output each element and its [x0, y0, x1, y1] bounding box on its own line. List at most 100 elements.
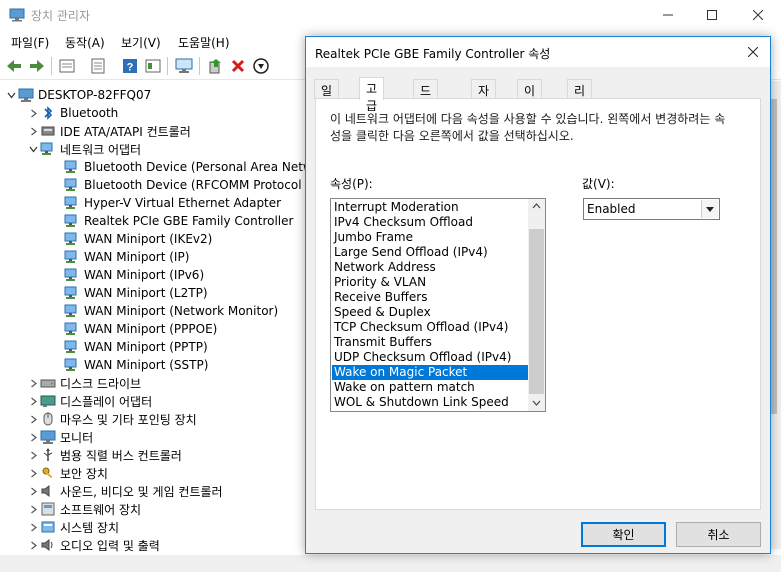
- uninstall-button[interactable]: [228, 56, 248, 76]
- property-list-item[interactable]: UDP Checksum Offload (IPv4): [332, 350, 528, 365]
- bluetooth-icon: [40, 105, 56, 121]
- disable-button[interactable]: [251, 56, 271, 76]
- expand-chevron-icon[interactable]: [26, 536, 40, 554]
- tree-item[interactable]: WAN Miniport (PPPOE): [50, 320, 217, 338]
- close-button[interactable]: [735, 0, 781, 30]
- forward-icon: [30, 60, 44, 72]
- minimize-button[interactable]: [645, 0, 691, 30]
- property-list-item[interactable]: TCP Checksum Offload (IPv4): [332, 320, 528, 335]
- expand-chevron-icon[interactable]: [26, 374, 40, 392]
- tab-resources[interactable]: 리소스: [567, 79, 593, 132]
- value-dropdown-selected: Enabled: [587, 202, 636, 216]
- value-dropdown[interactable]: Enabled: [583, 198, 720, 220]
- property-listbox[interactable]: Interrupt Moderation IPv4 Checksum Offloa…: [330, 198, 546, 412]
- tree-item[interactable]: Bluetooth Device (Personal Area Network): [50, 158, 337, 176]
- mouse-icon: [40, 411, 56, 427]
- tree-item[interactable]: WAN Miniport (SSTP): [50, 356, 208, 374]
- expand-chevron-icon[interactable]: [26, 500, 40, 518]
- expand-chevron-icon[interactable]: [26, 464, 40, 482]
- property-list-item[interactable]: Wake on Magic Packet: [332, 365, 528, 380]
- expand-chevron-icon[interactable]: [26, 104, 40, 122]
- main-titlebar: 장치 관리자: [0, 0, 781, 30]
- property-list-item[interactable]: Network Address: [332, 260, 528, 275]
- properties-icon: [59, 59, 75, 73]
- property-list-item[interactable]: Priority & VLAN: [332, 275, 528, 290]
- tree-item[interactable]: 네트워크 어댑터: [26, 140, 141, 158]
- disk-icon: [40, 375, 56, 391]
- back-button[interactable]: [4, 56, 24, 76]
- tree-item[interactable]: WAN Miniport (IKEv2): [50, 230, 212, 248]
- tree-item[interactable]: WAN Miniport (L2TP): [50, 284, 208, 302]
- tree-item[interactable]: 보안 장치: [26, 464, 108, 482]
- tree-item[interactable]: WAN Miniport (IP): [50, 248, 189, 266]
- tree-item[interactable]: 디스크 드라이브: [26, 374, 141, 392]
- property-list-item[interactable]: Speed & Duplex: [332, 305, 528, 320]
- tree-item[interactable]: 소프트웨어 장치: [26, 500, 141, 518]
- scroll-down-icon[interactable]: [532, 400, 541, 406]
- tree-item[interactable]: WAN Miniport (IPv6): [50, 266, 204, 284]
- driver-update-button[interactable]: [205, 56, 225, 76]
- tree-item[interactable]: 마우스 및 기타 포인팅 장치: [26, 410, 197, 428]
- dropdown-arrow-icon[interactable]: [701, 200, 718, 218]
- network-icon: [64, 267, 80, 283]
- property-list-item[interactable]: Large Send Offload (IPv4): [332, 245, 528, 260]
- scroll-up-icon[interactable]: [532, 203, 541, 209]
- listbox-scroll-thumb[interactable]: [529, 229, 544, 394]
- property-list-item[interactable]: WOL & Shutdown Link Speed: [332, 395, 528, 410]
- expand-chevron-icon[interactable]: [26, 122, 40, 140]
- expand-chevron-icon[interactable]: [26, 410, 40, 428]
- maximize-button[interactable]: [689, 0, 735, 30]
- property-list-item[interactable]: Interrupt Moderation: [332, 200, 528, 215]
- listbox-scrollbar[interactable]: [528, 199, 545, 411]
- tree-horizontal-scrollbar[interactable]: [0, 555, 781, 572]
- tab-events[interactable]: 이벤트: [517, 79, 543, 132]
- tab-general[interactable]: 일반: [314, 79, 340, 115]
- tree-item[interactable]: IDE ATA/ATAPI 컨트롤러: [26, 122, 191, 140]
- expand-chevron-icon[interactable]: [26, 482, 40, 500]
- tree-item[interactable]: Hyper-V Virtual Ethernet Adapter: [50, 194, 281, 212]
- menu-action[interactable]: 동작(A): [65, 34, 105, 51]
- tree-item[interactable]: 오디오 입력 및 출력: [26, 536, 160, 554]
- property-list-item[interactable]: Transmit Buffers: [332, 335, 528, 350]
- collapse-chevron-icon[interactable]: [26, 140, 40, 158]
- display-icon: [40, 393, 56, 409]
- property-list-item[interactable]: IPv4 Checksum Offload: [332, 215, 528, 230]
- view-button[interactable]: [143, 56, 163, 76]
- menu-help[interactable]: 도움말(H): [178, 34, 230, 51]
- ok-button[interactable]: 확인: [581, 522, 666, 547]
- tree-item[interactable]: 디스플레이 어댑터: [26, 392, 152, 410]
- tree-item[interactable]: Bluetooth: [26, 104, 118, 122]
- expand-chevron-icon[interactable]: [26, 392, 40, 410]
- properties-button[interactable]: [57, 56, 77, 76]
- expand-chevron-icon[interactable]: [26, 518, 40, 536]
- cancel-button[interactable]: 취소: [676, 522, 761, 547]
- tab-advanced[interactable]: 고급: [359, 77, 385, 113]
- tree-item[interactable]: Bluetooth Device (RFCOMM Protocol TDI): [50, 176, 330, 194]
- tree-item[interactable]: WAN Miniport (PPTP): [50, 338, 208, 356]
- menu-file[interactable]: 파일(F): [11, 34, 49, 51]
- update-button[interactable]: [88, 56, 108, 76]
- tree-item[interactable]: 모니터: [26, 428, 93, 446]
- tab-details[interactable]: 자세히: [471, 79, 497, 132]
- forward-button[interactable]: [27, 56, 47, 76]
- tree-item-label: WAN Miniport (IKEv2): [84, 232, 213, 246]
- expand-chevron-icon[interactable]: [26, 446, 40, 464]
- expand-chevron-icon[interactable]: [26, 428, 40, 446]
- tree-item[interactable]: 사운드, 비디오 및 게임 컨트롤러: [26, 482, 223, 500]
- tree-root[interactable]: DESKTOP-82FFQ07: [4, 86, 151, 104]
- ide-icon: [40, 123, 56, 139]
- property-list-item[interactable]: Jumbo Frame: [332, 230, 528, 245]
- tree-item[interactable]: 시스템 장치: [26, 518, 119, 536]
- tab-driver[interactable]: 드라이버: [413, 79, 439, 149]
- scan-button[interactable]: [174, 56, 194, 76]
- tree-item-label: 오디오 입력 및 출력: [60, 538, 160, 553]
- collapse-chevron-icon[interactable]: [4, 86, 18, 104]
- tree-item[interactable]: Realtek PCIe GBE Family Controller: [50, 212, 293, 230]
- menu-view[interactable]: 보기(V): [121, 34, 161, 51]
- property-list-item[interactable]: Wake on pattern match: [332, 380, 528, 395]
- tree-item[interactable]: 범용 직렬 버스 컨트롤러: [26, 446, 182, 464]
- tree-item[interactable]: WAN Miniport (Network Monitor): [50, 302, 278, 320]
- dialog-close-button[interactable]: [736, 37, 770, 67]
- property-list-item[interactable]: Receive Buffers: [332, 290, 528, 305]
- help-button[interactable]: ?: [120, 56, 140, 76]
